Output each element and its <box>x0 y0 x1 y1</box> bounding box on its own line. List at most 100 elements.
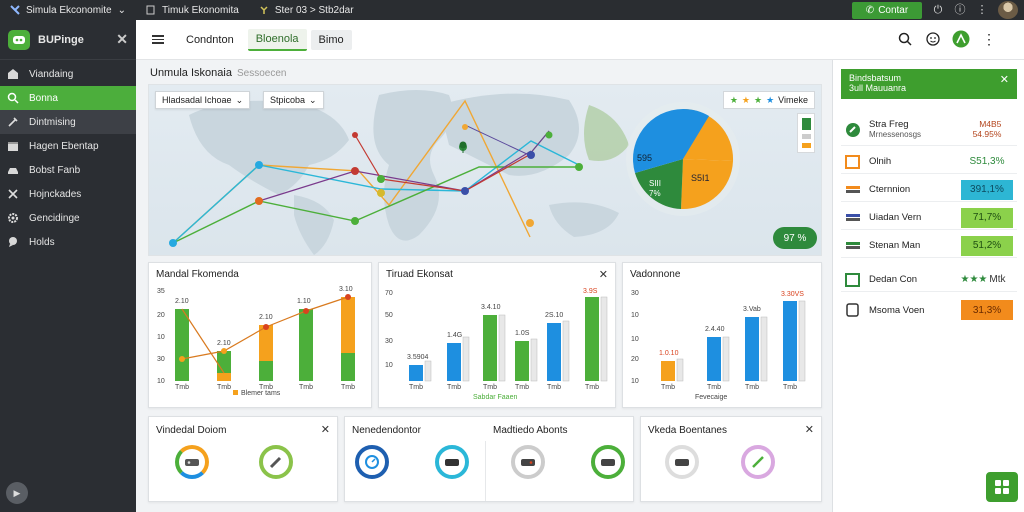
more-icon[interactable]: ⋮ <box>976 4 988 16</box>
list-item[interactable]: Stenan Man 51,2% <box>841 234 1017 258</box>
sidebar-item-hojnckades[interactable]: Hojnckades <box>0 182 136 206</box>
tab-condnton[interactable]: Condnton <box>178 30 242 50</box>
play-button[interactable]: ▶ <box>6 482 28 504</box>
map-pin-icon[interactable] <box>459 141 467 153</box>
tablet-icon <box>845 303 861 317</box>
machine-icon[interactable] <box>665 445 699 479</box>
grid-icon <box>995 480 1009 494</box>
sidebar-item-label: Gencidinge <box>29 212 80 224</box>
sidebar-item-hagen-ebentap[interactable]: Hagen Ebentap <box>0 134 136 158</box>
point <box>303 308 309 314</box>
bar <box>661 361 675 381</box>
power-icon[interactable]: ⏻ <box>932 4 944 16</box>
star-icon: ★ <box>741 94 750 105</box>
grid-menu-button[interactable] <box>986 472 1018 502</box>
point <box>179 356 185 362</box>
bar <box>745 317 759 381</box>
more-vertical-icon[interactable]: ⋮ <box>980 30 998 48</box>
window-tab-3[interactable]: Ster 03 > Stb2dar <box>249 0 364 20</box>
device-icon[interactable] <box>511 445 545 479</box>
card-title: Madtiedo Abonts <box>493 425 568 436</box>
window-tab-2[interactable]: Timuk Ekonomita <box>136 0 249 20</box>
close-icon[interactable]: ✕ <box>321 423 330 436</box>
close-icon[interactable]: ✕ <box>1000 75 1009 86</box>
percent-badge[interactable]: 97 % <box>773 227 817 249</box>
period-select[interactable]: Stpicoba ⌄ <box>263 91 324 109</box>
region-select-value: Hladsadal Ichoae <box>162 95 232 105</box>
map-legend <box>797 113 815 153</box>
sidebar-item-label: Viandaing <box>29 68 74 80</box>
sidebar-item-label: Holds <box>29 236 55 248</box>
tab-bimo[interactable]: Bimo <box>310 29 352 50</box>
sidebar-item-bobst-fanb[interactable]: Bobst Fanb <box>0 158 136 182</box>
y-tick: 10 <box>631 312 639 319</box>
contact-button[interactable]: ✆ Contar <box>852 1 922 19</box>
router-icon[interactable] <box>175 445 209 479</box>
list-item[interactable]: Stra Freg Mrnessenosgs M4B5 54.95% <box>841 112 1017 146</box>
list-item[interactable]: Dedan Con ★★★ Mtk <box>841 268 1017 292</box>
emoji-icon[interactable] <box>924 30 942 48</box>
list-item[interactable]: Cternnion 391,1% <box>841 178 1017 202</box>
sidebar-item-label: Hojnckades <box>29 188 82 200</box>
chart-card-3: Vadonnone 30 10 10 20 10 1.0.10 2.4.40 3… <box>622 262 822 408</box>
brush-icon[interactable] <box>741 445 775 479</box>
legend-swatch-orange <box>801 143 811 148</box>
list-item-label: Stenan Man <box>869 240 921 251</box>
close-icon[interactable]: ✕ <box>116 31 128 48</box>
list-item[interactable]: Uiadan Vern 71,7% <box>841 206 1017 230</box>
list-item[interactable]: Olnih S51,3% <box>841 150 1017 174</box>
window-tab-1[interactable]: Simula Ekconomite ⌄ <box>0 0 136 20</box>
star-icon: ★ <box>766 94 775 105</box>
search-icon[interactable] <box>896 30 914 48</box>
data-label: 2S.10 <box>545 312 563 319</box>
sidebar-item-holds[interactable]: Holds <box>0 230 136 254</box>
storefront-icon <box>7 68 19 80</box>
x-tick: Tmb <box>217 384 231 391</box>
list-item-label: Uiadan Vern <box>869 212 922 223</box>
y-tick: 35 <box>157 288 165 295</box>
sidebar-item-viandaing[interactable]: Viandaing <box>0 62 136 86</box>
sidebar-item-bonna[interactable]: Bonna <box>0 86 136 110</box>
bar <box>585 297 599 381</box>
bar <box>707 337 721 381</box>
tab-bloenola[interactable]: Bloenola <box>247 28 307 51</box>
bar-chart-3: 30 10 10 20 10 1.0.10 2.4.40 3.Vab 3.30V… <box>631 290 806 401</box>
list-item-value: 31,3% <box>961 300 1013 320</box>
sidebar-item-dintmising[interactable]: Dintmising <box>0 110 136 134</box>
list-item-sublabel: Mrnessenosgs <box>869 129 922 139</box>
x-tick: Tmb <box>409 384 423 391</box>
y-tick: 10 <box>157 378 165 385</box>
layers-icon <box>845 239 861 253</box>
bar-chart-2: 70 50 30 10 3.5904 1.4G 3.4.10 1.0S 2S.1… <box>385 288 608 401</box>
scanner-icon[interactable] <box>591 445 625 479</box>
data-label: 2.10 <box>259 314 273 321</box>
x-tick: Tmb <box>585 384 599 391</box>
y-tick: 20 <box>157 312 165 319</box>
avatar[interactable] <box>998 1 1018 19</box>
close-icon[interactable]: ✕ <box>805 423 814 436</box>
chart-card-2: Tiruad Ekonsat ✕ 70 50 30 10 3.5904 1.4G… <box>378 262 616 408</box>
y-tick: 10 <box>631 336 639 343</box>
bar <box>676 358 684 382</box>
bar <box>722 336 730 382</box>
printer-icon[interactable] <box>435 445 469 479</box>
x-tick: Tmb <box>707 384 721 391</box>
legend-swatch-gray <box>801 134 811 139</box>
region-select[interactable]: Hladsadal Ichoae ⌄ <box>155 91 251 109</box>
sidebar-item-gencidinge[interactable]: Gencidinge <box>0 206 136 230</box>
map-panel[interactable]: Hladsadal Ichoae ⌄ Stpicoba ⌄ 595 S5I1 S… <box>148 84 822 256</box>
pen-icon[interactable] <box>259 445 293 479</box>
bar <box>760 316 768 382</box>
chevron-down-icon: ⌄ <box>117 4 126 16</box>
gauge-icon[interactable] <box>355 445 389 479</box>
list-item[interactable]: Msoma Voen 31,3% <box>841 298 1017 322</box>
bottom-card-1: Vindedal Doiom ✕ <box>148 416 338 502</box>
user-status-icon[interactable] <box>952 30 970 48</box>
menu-icon[interactable] <box>152 35 164 44</box>
sidebar-item-label: Bobst Fanb <box>29 164 81 176</box>
sidebar-item-label: Hagen Ebentap <box>29 140 99 152</box>
document-icon <box>146 5 156 15</box>
bar <box>530 338 538 382</box>
info-icon[interactable]: ⓘ <box>954 4 966 16</box>
bar <box>498 314 506 382</box>
